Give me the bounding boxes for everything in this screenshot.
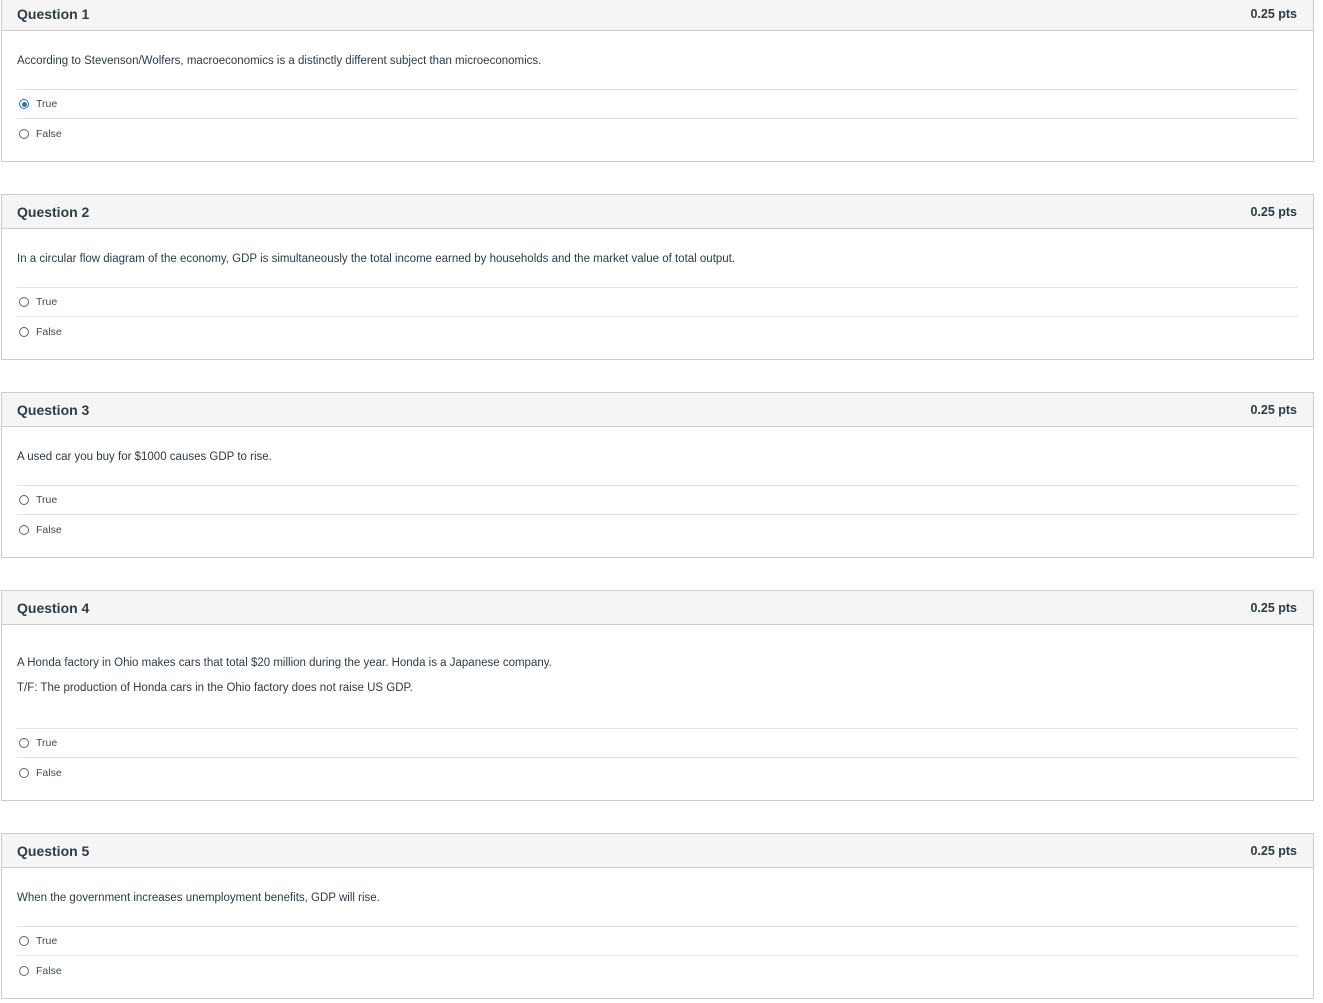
question-text-line: A used car you buy for $1000 causes GDP … [17, 451, 272, 463]
question-text: A used car you buy for $1000 causes GDP … [17, 427, 1298, 485]
question-title: Question 1 [17, 5, 90, 22]
answer-option-false[interactable]: False [17, 317, 1298, 346]
question-body: According to Stevenson/Wolfers, macroeco… [2, 31, 1313, 148]
answer-label: False [36, 523, 62, 536]
question-points: 0.25 pts [1250, 600, 1297, 615]
answer-label: False [36, 766, 62, 779]
question-text-line: T/F: The production of Honda cars in the… [17, 682, 413, 694]
answer-option-false[interactable]: False [17, 119, 1298, 148]
answer-option-false[interactable]: False [17, 515, 1298, 544]
answer-option-true[interactable]: True [17, 90, 1298, 119]
question-card: Question 1 0.25 pts According to Stevens… [1, 0, 1314, 162]
question-card: Question 3 0.25 pts A used car you buy f… [1, 392, 1314, 558]
radio-icon[interactable] [19, 524, 29, 535]
question-points: 0.25 pts [1250, 402, 1297, 417]
answer-label: False [36, 325, 62, 338]
question-body: A Honda factory in Ohio makes cars that … [2, 625, 1313, 787]
question-title: Question 2 [17, 203, 90, 220]
question-text-line: In a circular flow diagram of the econom… [17, 253, 736, 265]
question-header: Question 2 0.25 pts [2, 195, 1313, 229]
question-points: 0.25 pts [1250, 6, 1297, 21]
answer-list: True False [17, 728, 1298, 787]
radio-icon[interactable] [19, 297, 29, 307]
answer-option-false[interactable]: False [17, 956, 1298, 985]
radio-icon[interactable] [19, 128, 29, 139]
question-points: 0.25 pts [1250, 204, 1297, 219]
radio-icon[interactable] [19, 936, 29, 946]
question-header: Question 4 0.25 pts [2, 591, 1313, 625]
question-body: When the government increases unemployme… [2, 868, 1313, 985]
question-header: Question 1 0.25 pts [2, 0, 1313, 31]
answer-option-false[interactable]: False [17, 758, 1298, 787]
question-points: 0.25 pts [1250, 843, 1297, 858]
answer-option-true[interactable]: True [17, 288, 1298, 317]
answer-label: True [36, 494, 58, 506]
answer-list: True False [17, 926, 1298, 985]
radio-icon[interactable] [19, 965, 29, 976]
question-card: Question 4 0.25 pts A Honda factory in O… [1, 590, 1314, 801]
question-text-line: A Honda factory in Ohio makes cars that … [17, 657, 552, 669]
answer-label: True [36, 737, 58, 749]
question-header: Question 3 0.25 pts [2, 393, 1313, 427]
answer-label: False [36, 964, 62, 977]
radio-selected-icon[interactable] [19, 99, 29, 109]
radio-icon[interactable] [19, 738, 29, 748]
question-text: According to Stevenson/Wolfers, macroeco… [17, 31, 1298, 89]
answer-list: True False [17, 485, 1298, 544]
answer-option-true[interactable]: True [17, 729, 1298, 758]
question-title: Question 5 [17, 842, 90, 859]
answer-list: True False [17, 89, 1298, 148]
question-card: Question 5 0.25 pts When the government … [1, 833, 1314, 999]
question-text-line: According to Stevenson/Wolfers, macroeco… [17, 55, 542, 67]
question-body: In a circular flow diagram of the econom… [2, 229, 1313, 346]
answer-label: True [36, 98, 58, 110]
answer-label: True [36, 935, 58, 947]
question-text-line: When the government increases unemployme… [17, 892, 380, 904]
question-text: A Honda factory in Ohio makes cars that … [17, 625, 1298, 728]
answer-list: True False [17, 287, 1298, 346]
radio-icon[interactable] [19, 767, 29, 778]
answer-label: True [36, 296, 58, 308]
answer-option-true[interactable]: True [17, 927, 1298, 956]
question-text: In a circular flow diagram of the econom… [17, 229, 1298, 287]
radio-icon[interactable] [19, 326, 29, 337]
question-body: A used car you buy for $1000 causes GDP … [2, 427, 1313, 544]
question-text: When the government increases unemployme… [17, 868, 1298, 926]
answer-option-true[interactable]: True [17, 486, 1298, 515]
radio-icon[interactable] [19, 495, 29, 505]
question-card: Question 2 0.25 pts In a circular flow d… [1, 194, 1314, 360]
answer-label: False [36, 127, 62, 140]
question-title: Question 4 [17, 599, 90, 616]
question-title: Question 3 [17, 401, 90, 418]
question-header: Question 5 0.25 pts [2, 834, 1313, 868]
